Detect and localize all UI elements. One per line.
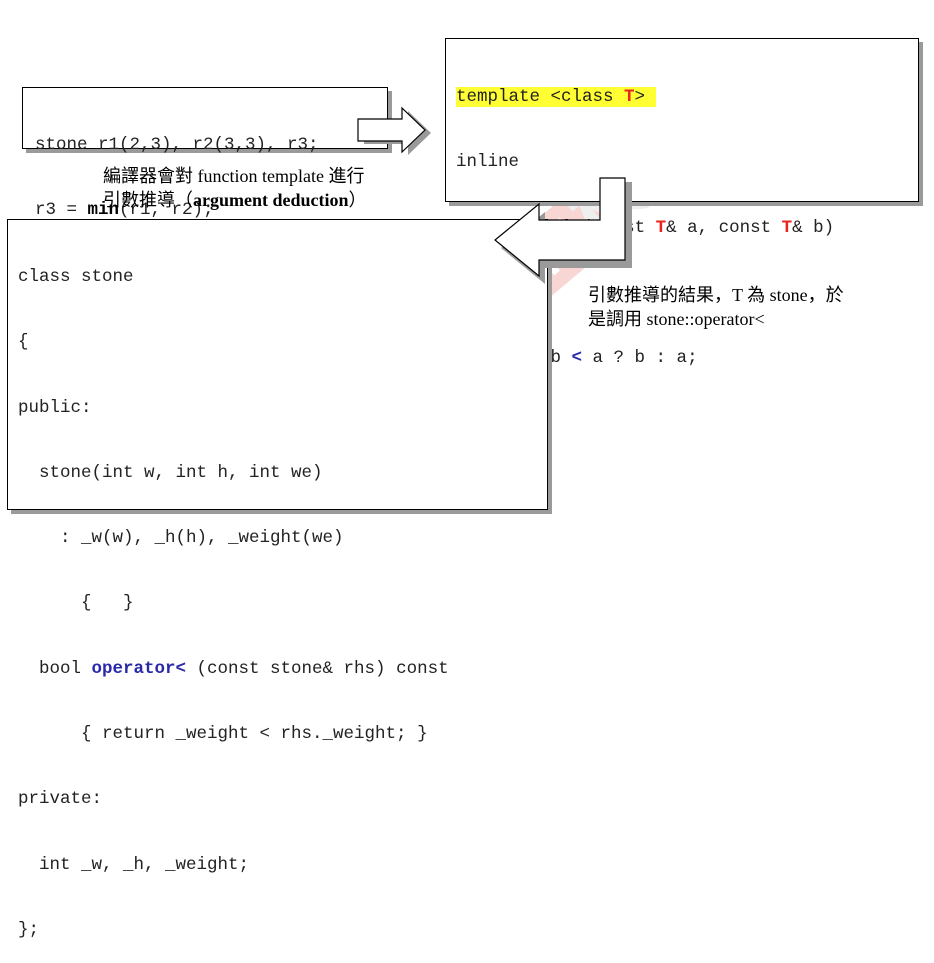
arrows-layer (357, 106, 632, 284)
class-line-8: { return _weight < rhs._weight; } (18, 724, 428, 745)
class-line-9: private: (18, 789, 103, 810)
class-line-7: bool operator< (const stone& rhs) const (18, 658, 449, 679)
result-note-line-2: 是調用 stone::operator< (588, 309, 765, 329)
result-note: 引數推導的結果，T 為 stone，於 是調用 stone::operator< (588, 283, 908, 331)
result-note-line-1: 引數推導的結果，T 為 stone，於 (588, 285, 844, 305)
class-line-6: { } (18, 593, 134, 614)
right-arrow-icon (357, 106, 431, 155)
bent-arrow-icon (494, 177, 632, 284)
operator-less-than: operator< (91, 658, 187, 679)
class-line-10: int _w, _h, _weight; (18, 854, 250, 875)
deduction-note-line-2: 引數推導（argument deduction） (103, 190, 367, 210)
class-line-5: : _w(w), _h(h), _weight(we) (18, 528, 344, 549)
class-line-11: }; (18, 919, 40, 940)
deduction-note-line-1: 編譯器會對 function template 進行 (103, 166, 365, 186)
deduction-note: 編譯器會對 function template 進行 引數推導（argument… (103, 164, 433, 212)
